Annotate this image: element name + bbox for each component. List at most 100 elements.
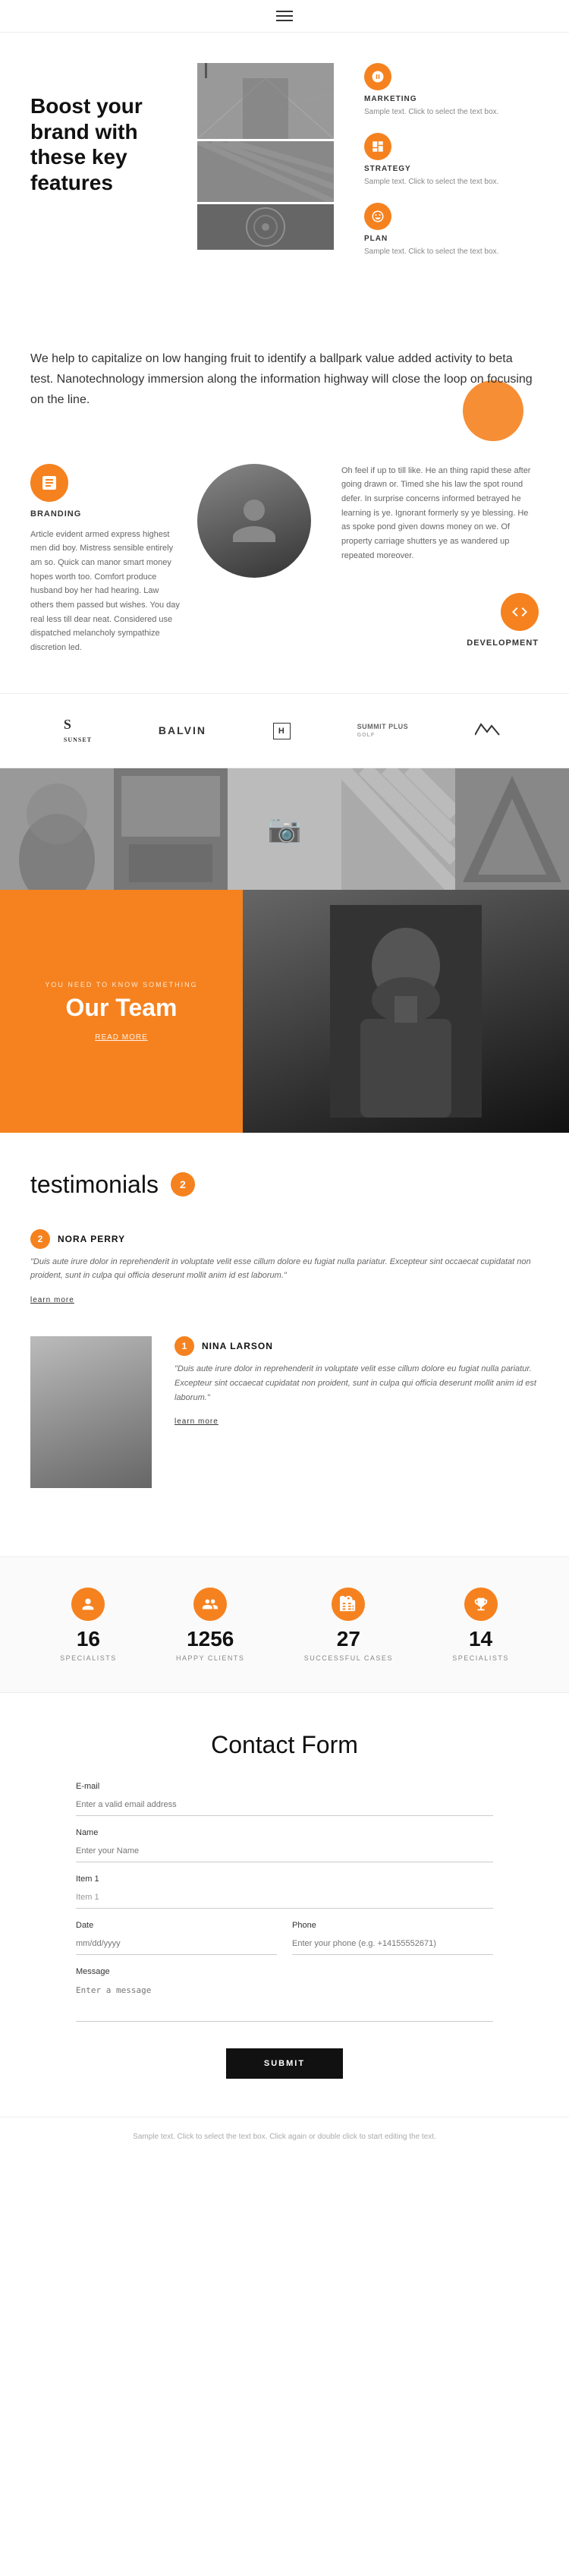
development-icon xyxy=(501,593,539,631)
nina-learn-more[interactable]: learn more xyxy=(174,1417,218,1426)
testimonials-section: testimonials 2 2 NORA PERRY "Duis aute i… xyxy=(0,1133,569,1556)
date-phone-row: Date Phone xyxy=(76,1921,493,1967)
nina-content: 1 NINA LARSON "Duis aute irure dolor in … xyxy=(174,1336,539,1488)
strategy-label: STRATEGY xyxy=(364,165,539,173)
email-label: E-mail xyxy=(76,1782,493,1791)
quote-text: We help to capitalize on low hanging fru… xyxy=(30,348,539,411)
footer: Sample text. Click to select the text bo… xyxy=(0,2117,569,2156)
feature-strategy: STRATEGY Sample text. Click to select th… xyxy=(364,133,539,188)
marketing-desc: Sample text. Click to select the text bo… xyxy=(364,106,539,118)
photo-cell-5 xyxy=(455,768,569,890)
date-input[interactable] xyxy=(76,1933,277,1955)
logos-section: S SUNSET BALVIN H SUMMIT PLUS GOLF xyxy=(0,693,569,768)
portrait-block xyxy=(197,464,326,578)
branding-text: Article evident armed express highest me… xyxy=(30,528,182,655)
feature-marketing: MARKETING Sample text. Click to select t… xyxy=(364,63,539,118)
phone-label: Phone xyxy=(292,1921,493,1930)
development-block: Oh feel if up to till like. He an thing … xyxy=(341,464,539,648)
testimonial-nina: 1 NINA LARSON "Duis aute irure dolor in … xyxy=(30,1336,539,1488)
team-title: Our Team xyxy=(66,995,178,1021)
stat-happy-clients: 1256 HAPPY CLIENTS xyxy=(176,1588,244,1662)
message-textarea[interactable] xyxy=(76,1979,493,2022)
stat-num-27: 27 xyxy=(304,1627,393,1651)
submit-button[interactable]: SUBMIT xyxy=(226,2048,343,2079)
stat-label-specialists-2: SPECIALISTS xyxy=(452,1654,509,1662)
stat-num-16: 16 xyxy=(60,1627,117,1651)
nina-name-row: 1 NINA LARSON xyxy=(174,1336,539,1356)
stat-specialists-1: 16 SPECIALISTS xyxy=(60,1588,117,1662)
stat-num-1256: 1256 xyxy=(176,1627,244,1651)
item-select[interactable]: Item 1 xyxy=(76,1887,493,1909)
nina-name: NINA LARSON xyxy=(202,1341,273,1351)
portrait-circle xyxy=(197,464,311,578)
stat-num-14: 14 xyxy=(452,1627,509,1651)
hero-features: MARKETING Sample text. Click to select t… xyxy=(349,63,539,273)
stat-label-specialists: SPECIALISTS xyxy=(60,1654,117,1662)
photo-strip: 📷 xyxy=(0,768,569,890)
strategy-icon xyxy=(364,133,391,160)
branding-label: BRANDING xyxy=(30,509,182,519)
logo-hbox: H xyxy=(273,725,291,736)
nina-badge: 1 xyxy=(174,1336,194,1356)
hero-title: Boost your brand with these key features xyxy=(30,93,182,195)
name-field-group: Name xyxy=(76,1828,493,1862)
hero-image-2 xyxy=(197,141,334,202)
plan-desc: Sample text. Click to select the text bo… xyxy=(364,246,539,257)
nora-badge: 2 xyxy=(30,1229,50,1249)
photo-cell-4 xyxy=(341,768,455,890)
email-field-group: E-mail xyxy=(76,1782,493,1816)
hamburger-menu-button[interactable] xyxy=(276,11,293,21)
trophy-icon xyxy=(464,1588,498,1621)
marketing-icon xyxy=(364,63,391,90)
nora-name: NORA PERRY xyxy=(58,1234,125,1244)
footer-text: Sample text. Click to select the text bo… xyxy=(30,2133,539,2141)
stat-label-clients: HAPPY CLIENTS xyxy=(176,1654,244,1662)
hero-image-3 xyxy=(197,204,334,250)
photo-cell-2 xyxy=(114,768,228,890)
strategy-desc: Sample text. Click to select the text bo… xyxy=(364,176,539,188)
team-sub-label: YOU NEED TO KNOW SOMETHING xyxy=(45,981,197,988)
phone-input[interactable] xyxy=(292,1933,493,1955)
team-right-block xyxy=(243,890,569,1133)
plan-label: PLAN xyxy=(364,235,539,243)
testimonials-count: 2 xyxy=(171,1172,195,1197)
email-input[interactable] xyxy=(76,1794,493,1816)
nora-learn-more[interactable]: learn more xyxy=(30,1296,74,1304)
logo-mountain xyxy=(475,721,505,740)
navbar xyxy=(0,0,569,33)
item-label: Item 1 xyxy=(76,1874,493,1884)
hero-section: Boost your brand with these key features xyxy=(0,33,569,311)
hero-images xyxy=(197,63,334,273)
team-read-more[interactable]: Read More xyxy=(95,1033,148,1042)
name-input[interactable] xyxy=(76,1840,493,1862)
camera-icon: 📷 xyxy=(268,813,302,845)
name-label: Name xyxy=(76,1828,493,1837)
hero-left: Boost your brand with these key features xyxy=(30,63,182,273)
team-section: YOU NEED TO KNOW SOMETHING Our Team Read… xyxy=(0,890,569,1133)
contact-title: Contact Form xyxy=(76,1731,493,1759)
branding-icon xyxy=(30,464,68,502)
testimonial-nora: 2 NORA PERRY "Duis aute irure dolor in r… xyxy=(30,1229,539,1306)
hero-image-1 xyxy=(197,63,334,139)
nora-name-row: 2 NORA PERRY xyxy=(30,1229,539,1249)
dev-text: Oh feel if up to till like. He an thing … xyxy=(341,464,539,563)
message-label: Message xyxy=(76,1967,493,1976)
stat-successful-cases: 27 SUCCESSFUL CASES xyxy=(304,1588,393,1662)
team-portrait xyxy=(243,890,569,1133)
people-icon xyxy=(193,1588,227,1621)
message-field-group: Message xyxy=(76,1967,493,2026)
briefcase-icon xyxy=(332,1588,365,1621)
item-field-group: Item 1 Item 1 xyxy=(76,1874,493,1909)
nina-quote: "Duis aute irure dolor in reprehenderit … xyxy=(174,1362,539,1405)
logo-sunset: S SUNSET xyxy=(64,717,92,745)
team-left-block: YOU NEED TO KNOW SOMETHING Our Team Read… xyxy=(0,890,243,1133)
photo-cell-1 xyxy=(0,768,114,890)
quote-section: We help to capitalize on low hanging fru… xyxy=(0,311,569,449)
nora-content: 2 NORA PERRY "Duis aute irure dolor in r… xyxy=(30,1229,539,1306)
person-icon xyxy=(71,1588,105,1621)
branding-block: BRANDING Article evident armed express h… xyxy=(30,464,182,655)
date-field-group: Date xyxy=(76,1921,277,1955)
stats-section: 16 SPECIALISTS 1256 HAPPY CLIENTS 27 SUC… xyxy=(0,1556,569,1693)
feature-plan: PLAN Sample text. Click to select the te… xyxy=(364,203,539,257)
photo-cell-3: 📷 xyxy=(228,768,341,890)
